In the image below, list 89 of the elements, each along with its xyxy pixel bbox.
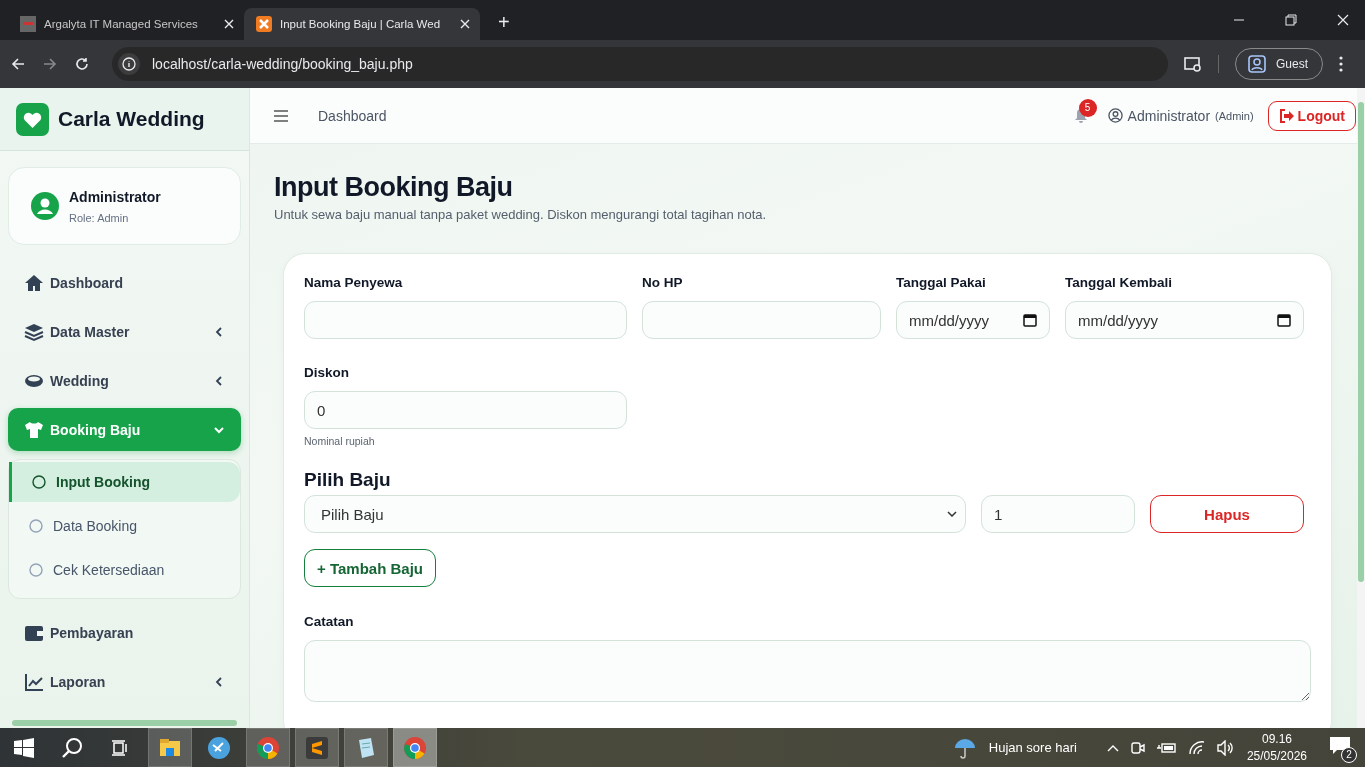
user-role: (Admin) <box>1215 109 1254 122</box>
chrome-icon <box>256 735 280 760</box>
delete-button[interactable]: Hapus <box>1150 495 1304 533</box>
submenu-item[interactable]: Input Booking <box>9 462 240 502</box>
menu-icon <box>274 109 288 122</box>
circle-icon <box>32 475 46 489</box>
sidebar-item[interactable]: Laporan <box>8 660 241 703</box>
forward-icon <box>42 56 58 72</box>
calendar-icon <box>1277 313 1291 327</box>
field-label: No HP <box>642 275 684 292</box>
date-field[interactable]: mm/dd/yyyy <box>1065 301 1304 339</box>
profile-icon <box>1248 55 1266 73</box>
sidebar-item[interactable]: Dashboard <box>8 261 241 304</box>
logout-icon <box>1278 108 1294 123</box>
notification-badge: 5 <box>1078 98 1097 117</box>
sidebar-item[interactable]: Wedding <box>8 359 241 402</box>
sidebar-item[interactable]: Pembayaran <box>8 611 241 654</box>
date-field[interactable]: mm/dd/yyyy <box>896 301 1050 339</box>
xampp-icon <box>256 16 272 32</box>
select-field[interactable]: Pilih Baju <box>304 495 966 533</box>
user-avatar-icon <box>31 192 59 220</box>
layers-icon <box>24 321 44 342</box>
more-icon <box>1339 56 1343 72</box>
page-title: Input Booking Baju <box>274 172 514 203</box>
field-hint: Nominal rupiah <box>304 435 376 447</box>
input-field[interactable] <box>642 301 881 339</box>
taskbar-app[interactable] <box>246 728 290 767</box>
submenu-item[interactable]: Cek Ketersediaan <box>9 550 240 590</box>
reload-icon <box>74 56 90 72</box>
breadcrumb-link[interactable]: Dashboard <box>318 107 387 124</box>
user-name: Administrator <box>1127 107 1211 124</box>
new-tab-button[interactable]: + <box>494 11 514 34</box>
clock-date: 25/05/2026 <box>1246 747 1307 765</box>
quantity-field[interactable]: 1 <box>981 495 1135 533</box>
browser-tab[interactable]: Argalyta IT Managed Services <box>8 8 244 40</box>
field-label: Tanggal Pakai <box>896 275 987 292</box>
user-circle-icon <box>1107 108 1123 123</box>
page-subtitle: Untuk sewa baju manual tanpa paket wedding. Diskon mengurangi total tagihan nota. <box>274 207 768 222</box>
user-role: Role: Admin <box>69 211 130 224</box>
taskbar-app[interactable] <box>344 728 388 767</box>
info-icon <box>118 53 140 75</box>
circle-icon <box>29 563 43 577</box>
task-view-icon <box>111 739 129 756</box>
chrome-icon <box>403 735 427 760</box>
taskbar-app[interactable] <box>295 728 339 767</box>
speaker-icon <box>1216 739 1235 756</box>
search-icon <box>61 736 83 759</box>
section-title: Pilih Baju <box>304 469 392 491</box>
brand-name: Carla Wedding <box>58 107 205 131</box>
close-icon <box>1337 14 1349 26</box>
weather-text[interactable]: Hujan sore hari <box>988 740 1077 755</box>
field-label: Catatan <box>304 614 355 631</box>
chart-line-icon <box>24 671 44 692</box>
screen-search-icon <box>1184 55 1202 73</box>
close-icon <box>460 19 470 29</box>
back-icon <box>10 56 26 72</box>
address-bar[interactable]: localhost/carla-wedding/booking_baju.php <box>112 47 1168 81</box>
logout-button[interactable]: Logout <box>1267 100 1356 131</box>
circle-icon <box>29 519 43 533</box>
notes-field[interactable] <box>304 640 1311 702</box>
browser-tab[interactable]: Input Booking Baju | Carla Wed <box>244 8 480 40</box>
taskbar-app[interactable] <box>148 728 192 767</box>
field-label: Tanggal Kembali <box>1065 275 1174 292</box>
camera-icon <box>1130 739 1145 756</box>
wifi-icon <box>1188 740 1205 755</box>
app-icon <box>207 735 231 760</box>
field-label: Nama Penyewa <box>304 275 404 292</box>
calendar-icon <box>1023 313 1037 327</box>
sublime-icon <box>305 735 329 760</box>
restore-icon <box>1285 14 1297 26</box>
windows-icon <box>14 737 34 758</box>
clock-time: 09.16 <box>1261 730 1292 748</box>
input-field[interactable] <box>304 301 627 339</box>
input-field[interactable]: 0 <box>304 391 627 429</box>
site-icon <box>20 16 36 32</box>
chevron-up-icon <box>1106 743 1119 752</box>
field-label: Diskon <box>304 365 350 382</box>
battery-icon <box>1156 741 1177 754</box>
shirt-icon <box>24 419 44 440</box>
notification-icon <box>1329 735 1351 756</box>
caret-icon <box>947 511 957 517</box>
submenu-item[interactable]: Data Booking <box>9 506 240 546</box>
add-button[interactable]: + Tambah Baju <box>304 549 436 587</box>
heart-logo-icon <box>16 102 49 136</box>
house-icon <box>24 272 44 293</box>
user-name: Administrator <box>69 188 161 205</box>
menu-button[interactable] <box>274 109 288 122</box>
sidebar-item[interactable]: Data Master <box>8 310 241 353</box>
close-icon <box>224 19 234 29</box>
